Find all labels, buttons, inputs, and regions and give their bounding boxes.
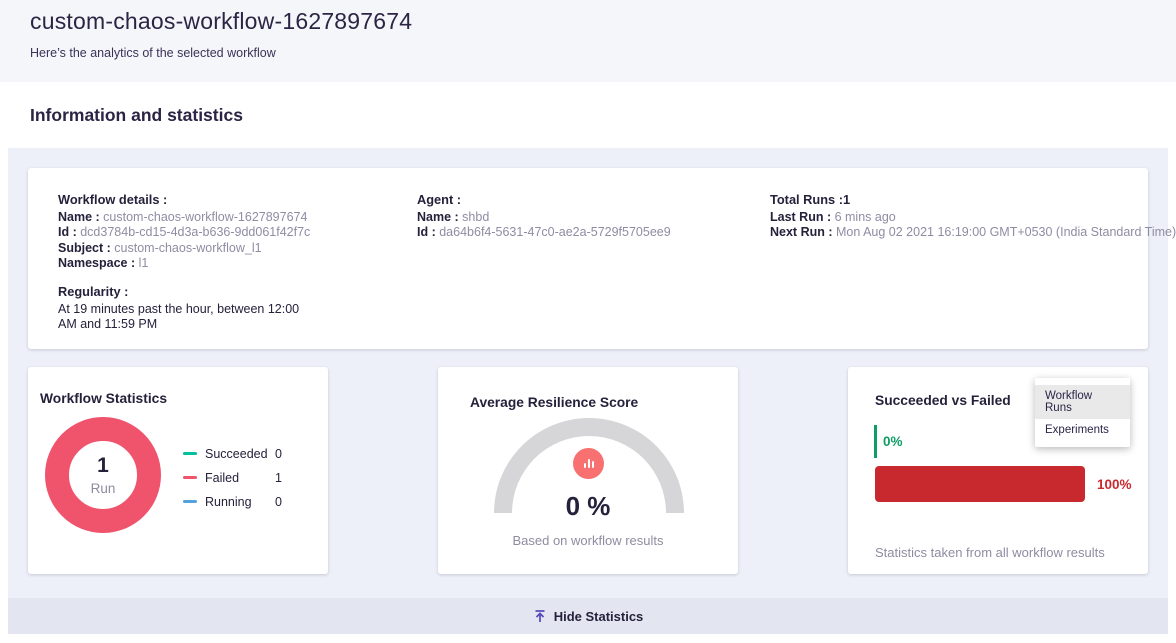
detail-row: Next Run : Mon Aug 02 2021 16:19:00 GMT+… [770, 225, 1176, 240]
succeeded-bar-row: 0% [874, 425, 903, 458]
failed-bar [875, 466, 1085, 502]
succeeded-bar [874, 425, 877, 458]
succeeded-vs-failed-card: Succeeded vs Failed 0% 100% Statistics t… [848, 367, 1148, 574]
collapse-up-icon [533, 609, 547, 623]
donut-run-label: Run [91, 481, 116, 496]
bar-chart-icon [573, 448, 604, 479]
dropdown-item-experiments[interactable]: Experiments [1035, 419, 1130, 441]
hide-statistics-button[interactable]: Hide Statistics [8, 598, 1168, 634]
stats-section: Workflow details : Name : custom-chaos-w… [8, 148, 1168, 598]
detail-row: Namespace : l1 [58, 256, 417, 271]
failed-percentage: 100% [1097, 477, 1132, 492]
legend-item-failed: Failed 1 [183, 471, 282, 484]
resilience-score-card: Average Resilience Score 0 % Based on wo… [438, 367, 738, 574]
detail-row: Name : custom-chaos-workflow-1627897674 [58, 210, 417, 225]
page-header: custom-chaos-workflow-1627897674 Here’s … [0, 0, 1176, 82]
regularity-block: Regularity : At 19 minutes past the hour… [58, 284, 417, 333]
donut-run-count: 1 [97, 454, 109, 478]
dropdown-item-workflow-runs[interactable]: Workflow Runs [1035, 385, 1130, 419]
page-title: custom-chaos-workflow-1627897674 [30, 8, 1146, 35]
regularity-text: At 19 minutes past the hour, between 12:… [58, 302, 316, 333]
section-title: Information and statistics [30, 105, 243, 126]
succeeded-vs-failed-title: Succeeded vs Failed [875, 393, 1011, 408]
succeeded-dash-icon [183, 452, 197, 455]
detail-row: Last Run : 6 mins ago [770, 210, 1176, 225]
legend-item-running: Running 0 [183, 495, 282, 508]
workflow-statistics-title: Workflow Statistics [40, 391, 167, 406]
workflow-details-card: Workflow details : Name : custom-chaos-w… [28, 168, 1148, 349]
workflow-details-heading: Workflow details : [58, 192, 417, 207]
succeeded-percentage: 0% [883, 434, 903, 449]
stat-cards-row: Workflow Statistics 1 Run Succeeded 0 Fa… [28, 367, 1148, 574]
failed-bar-row: 100% [875, 466, 1132, 502]
agent-heading: Agent : [417, 192, 770, 207]
resilience-score-note: Based on workflow results [438, 533, 738, 548]
hide-statistics-label: Hide Statistics [554, 609, 644, 624]
legend-item-succeeded: Succeeded 0 [183, 447, 282, 460]
detail-row: Subject : custom-chaos-workflow_l1 [58, 241, 417, 256]
resilience-score-title: Average Resilience Score [470, 395, 638, 410]
page-subtitle: Here’s the analytics of the selected wor… [30, 46, 1146, 60]
detail-row: Id : dcd3784b-cd15-4d3a-b636-9dd061f42f7… [58, 225, 417, 240]
resilience-score-value: 0 % [438, 491, 738, 522]
donut-legend: Succeeded 0 Failed 1 Running 0 [183, 447, 282, 519]
failed-dash-icon [183, 476, 197, 479]
detail-row: Id : da64b6f4-5631-47c0-ae2a-5729f5705ee… [417, 225, 770, 240]
runs-column: Total Runs :1 Last Run : 6 mins ago Next… [770, 192, 1176, 333]
workflow-details-column: Workflow details : Name : custom-chaos-w… [58, 192, 417, 333]
succeeded-vs-failed-note: Statistics taken from all workflow resul… [875, 545, 1105, 560]
regularity-heading: Regularity : [58, 284, 417, 299]
runs-donut-chart: 1 Run [45, 417, 161, 533]
filter-dropdown-menu: Workflow Runs Experiments [1035, 378, 1130, 447]
total-runs-heading: Total Runs :1 [770, 192, 1176, 207]
agent-column: Agent : Name : shbd Id : da64b6f4-5631-4… [417, 192, 770, 333]
section-band: Information and statistics [0, 82, 1176, 148]
detail-row: Name : shbd [417, 210, 770, 225]
workflow-statistics-card: Workflow Statistics 1 Run Succeeded 0 Fa… [28, 367, 328, 574]
running-dash-icon [183, 500, 197, 503]
